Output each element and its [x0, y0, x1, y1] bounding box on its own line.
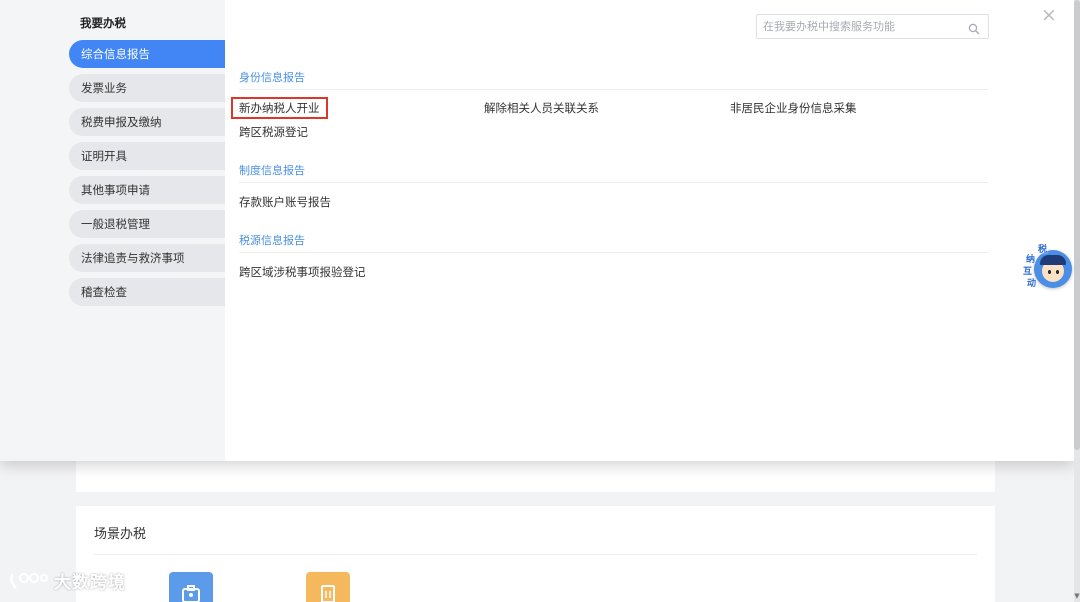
sidebar-item-declaration-payment[interactable]: 税费申报及缴纳	[69, 108, 225, 136]
sidebar-item-inspection[interactable]: 稽查检查	[69, 278, 225, 306]
briefcase-icon[interactable]	[169, 572, 213, 602]
watermark: 大数跨境	[8, 568, 126, 593]
scrollbar-thumb[interactable]	[1074, 0, 1080, 450]
link-new-taxpayer-opening[interactable]: 新办纳税人开业	[231, 97, 328, 119]
sidebar: 我要办税 综合信息报告 发票业务 税费申报及缴纳 证明开具 其他事项申请 一般退…	[0, 0, 225, 461]
search-input[interactable]	[757, 15, 957, 38]
mascot-avatar	[1034, 250, 1072, 288]
link-remove-related-persons[interactable]: 解除相关人员关联关系	[484, 100, 599, 116]
divider	[239, 89, 988, 90]
sidebar-item-invoice[interactable]: 发票业务	[69, 74, 225, 102]
search-icon[interactable]	[968, 20, 980, 39]
mascot-char-2: 税	[1038, 245, 1048, 255]
scrollbar[interactable]	[1074, 0, 1080, 602]
scroll-down-icon[interactable]: ▼	[1074, 592, 1080, 602]
scene-tax-title: 场景办税	[94, 527, 147, 542]
section-title-system: 制度信息报告	[239, 164, 305, 177]
section-title-identity: 身份信息报告	[239, 71, 305, 84]
sidebar-item-comprehensive-info[interactable]: 综合信息报告	[69, 40, 225, 68]
search-box	[756, 14, 989, 39]
divider	[239, 252, 988, 253]
sidebar-item-tax-refund[interactable]: 一般退税管理	[69, 210, 225, 238]
sidebar-item-certificate[interactable]: 证明开具	[69, 142, 225, 170]
mascot-chat-button[interactable]: 纳 税 互 动	[1022, 244, 1072, 294]
watermark-text: 大数跨境	[54, 573, 126, 593]
divider	[94, 554, 977, 555]
link-cross-region-inspection-registration[interactable]: 跨区域涉税事项报验登记	[239, 264, 366, 280]
section-title-tax-source: 税源信息报告	[239, 234, 305, 247]
divider	[239, 182, 988, 183]
mascot-char-4: 动	[1027, 279, 1037, 289]
close-icon[interactable]: ×	[1041, 5, 1057, 25]
sidebar-item-other-applications[interactable]: 其他事项申请	[69, 176, 225, 204]
watermark-logo-icon	[10, 572, 48, 589]
link-deposit-account-report[interactable]: 存款账户账号报告	[239, 194, 331, 210]
sidebar-title: 我要办税	[80, 16, 126, 30]
sidebar-item-legal-remedy[interactable]: 法律追责与救济事项	[69, 244, 225, 272]
link-cross-region-tax-source[interactable]: 跨区税源登记	[239, 124, 308, 140]
document-icon[interactable]	[306, 572, 350, 602]
tax-service-panel: 我要办税 综合信息报告 发票业务 税费申报及缴纳 证明开具 其他事项申请 一般退…	[0, 0, 1074, 461]
scene-tax-card: 场景办税	[76, 506, 995, 602]
link-nonresident-identity[interactable]: 非居民企业身份信息采集	[730, 100, 857, 116]
